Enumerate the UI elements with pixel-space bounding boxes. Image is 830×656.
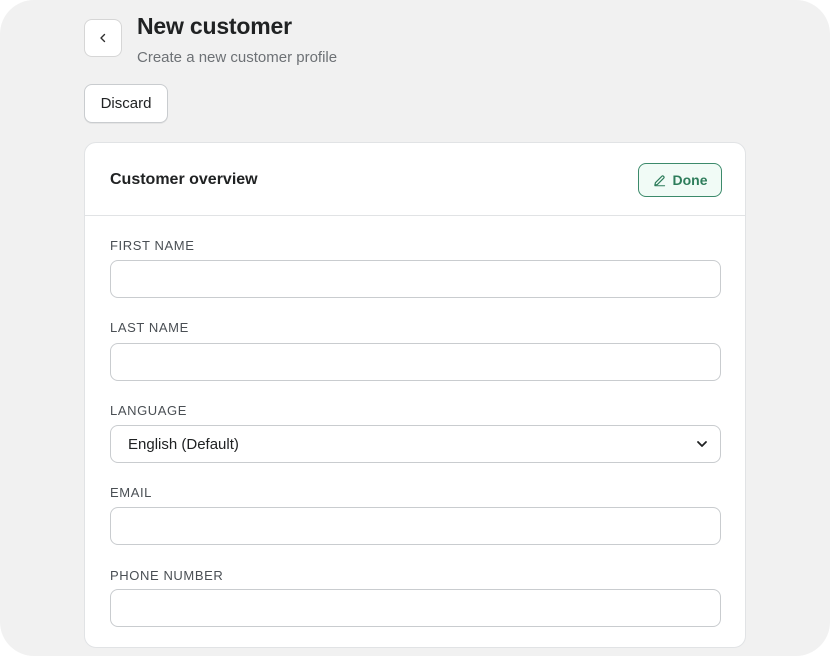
app-frame: New customer Create a new customer profi… bbox=[0, 0, 830, 656]
phone-number-label: PHONE NUMBER bbox=[110, 568, 224, 583]
email-input[interactable] bbox=[110, 507, 721, 545]
chevron-left-icon bbox=[100, 33, 106, 43]
language-label: LANGUAGE bbox=[110, 403, 188, 418]
card-title: Customer overview bbox=[110, 171, 258, 188]
discard-button[interactable]: Discard bbox=[84, 84, 168, 123]
email-label: EMAIL bbox=[110, 485, 153, 500]
chevron-down-icon bbox=[697, 441, 707, 447]
language-select[interactable]: English (Default) bbox=[110, 425, 721, 463]
card-header: Customer overview Done bbox=[85, 143, 745, 216]
customer-overview-card: Customer overview Done FIRST NAME LAST N… bbox=[84, 142, 746, 648]
done-button[interactable]: Done bbox=[638, 163, 722, 197]
back-button[interactable] bbox=[84, 19, 122, 57]
last-name-input[interactable] bbox=[110, 343, 721, 381]
page-title: New customer bbox=[137, 13, 292, 39]
first-name-label: FIRST NAME bbox=[110, 238, 195, 253]
page-subtitle: Create a new customer profile bbox=[137, 49, 338, 66]
done-label: Done bbox=[672, 172, 708, 188]
language-selected-value: English (Default) bbox=[128, 435, 239, 453]
pencil-icon bbox=[653, 174, 665, 186]
last-name-label: LAST NAME bbox=[110, 320, 189, 335]
first-name-input[interactable] bbox=[110, 260, 721, 298]
phone-number-input[interactable] bbox=[110, 589, 721, 627]
